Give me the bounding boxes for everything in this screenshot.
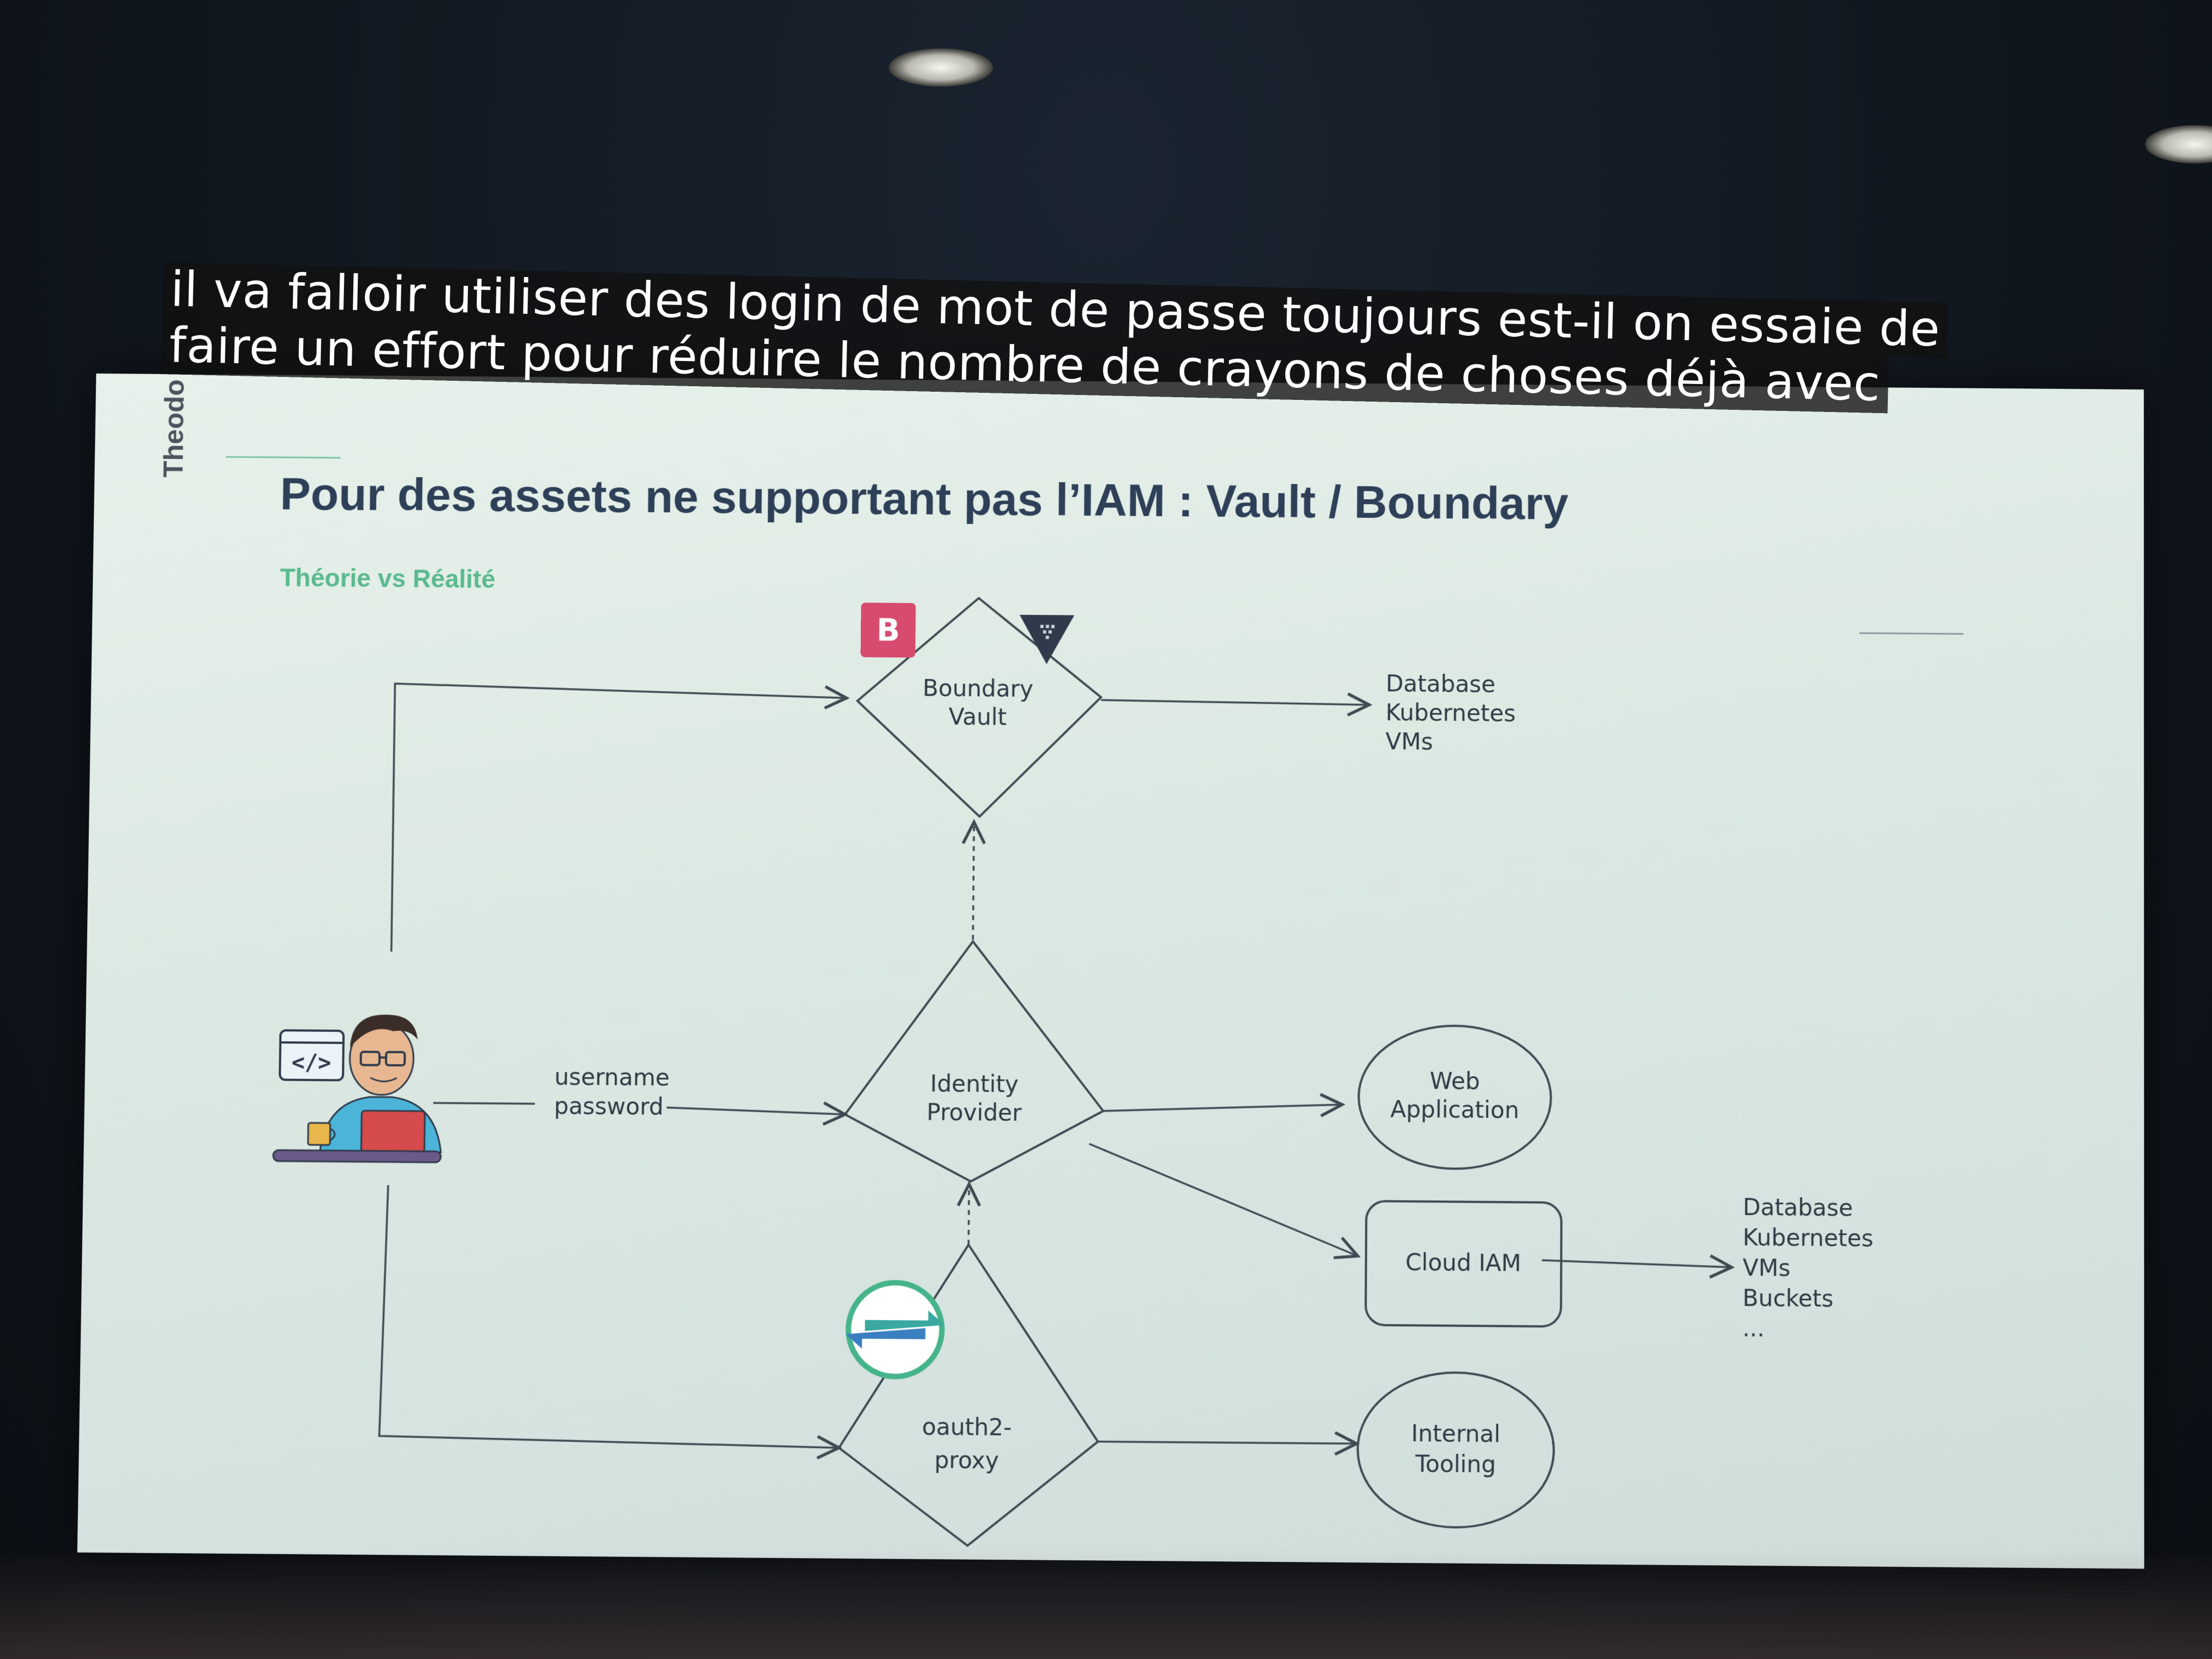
boundary-vault-label-line1: Boundary	[922, 675, 1033, 702]
boundary-target-item: Kubernetes	[1386, 699, 1516, 727]
architecture-diagram: Boundary Vault B Database Kubernetes VMs…	[77, 374, 2145, 1569]
cloud-iam-node: Cloud IAM	[1365, 1201, 1561, 1327]
cloud-targets-list: Database Kubernetes VMs Buckets ...	[1742, 1193, 1874, 1342]
cloud-target-item: Database	[1743, 1193, 1853, 1221]
room-floor-glow	[0, 1549, 2212, 1659]
edge-boundary-to-targets	[1101, 700, 1369, 705]
edge-idp-to-boundary	[973, 822, 974, 940]
ceiling-light-right	[2145, 125, 2212, 163]
identity-provider-label-line1: Identity	[930, 1070, 1018, 1097]
credentials-password: password	[554, 1092, 664, 1120]
internal-tooling-node: Internal Tooling	[1357, 1372, 1554, 1528]
cloud-iam-label: Cloud IAM	[1406, 1249, 1521, 1277]
edge-idp-to-webapp	[1103, 1103, 1342, 1113]
edge-credentials-to-idp	[667, 1108, 845, 1115]
edge-cloudiam-to-targets	[1542, 1260, 1732, 1267]
projected-slide: Theodo Pour des assets ne supportant pas…	[77, 374, 2145, 1569]
identity-provider-node: Identity Provider	[844, 940, 1104, 1182]
internal-tooling-label-line1: Internal	[1411, 1420, 1500, 1448]
internal-tooling-label-line2: Tooling	[1415, 1450, 1496, 1478]
ceiling-light	[889, 48, 993, 87]
boundary-logo-icon: B	[860, 602, 916, 658]
edge-oauth2-to-idp	[968, 1184, 969, 1244]
edge-developer-to-oauth2	[379, 1185, 842, 1448]
oauth2-proxy-label-line1: oauth2-	[922, 1413, 1012, 1441]
web-application-label-line2: Application	[1390, 1096, 1519, 1124]
identity-provider-label-line2: Provider	[927, 1098, 1022, 1126]
oauth2-proxy-label-line2: proxy	[934, 1446, 999, 1474]
edge-idp-to-cloudiam	[1088, 1144, 1358, 1256]
boundary-logo-text: B	[876, 613, 900, 648]
web-application-node: Web Application	[1358, 1025, 1551, 1170]
edge-oauth2-to-tooling	[1098, 1442, 1357, 1444]
edge-developer-to-boundary	[391, 684, 847, 955]
developer-at-laptop-icon: </>	[273, 1014, 443, 1163]
boundary-targets-list: Database Kubernetes VMs	[1385, 670, 1516, 755]
oauth2-proxy-arrows-icon	[845, 1282, 945, 1376]
cloud-target-item: VMs	[1742, 1254, 1790, 1282]
boundary-target-item: Database	[1386, 670, 1496, 697]
boundary-target-item: VMs	[1385, 728, 1433, 755]
credentials-username: username	[554, 1063, 670, 1091]
credentials-label: username password	[554, 1063, 670, 1120]
vault-logo-icon	[1019, 614, 1075, 664]
cloud-target-item: Kubernetes	[1743, 1224, 1874, 1252]
boundary-vault-label-line2: Vault	[949, 703, 1007, 731]
cloud-target-item: Buckets	[1742, 1284, 1833, 1312]
cloud-target-item: ...	[1742, 1314, 1764, 1342]
web-application-label-line1: Web	[1430, 1067, 1480, 1094]
code-icon: </>	[291, 1050, 331, 1076]
